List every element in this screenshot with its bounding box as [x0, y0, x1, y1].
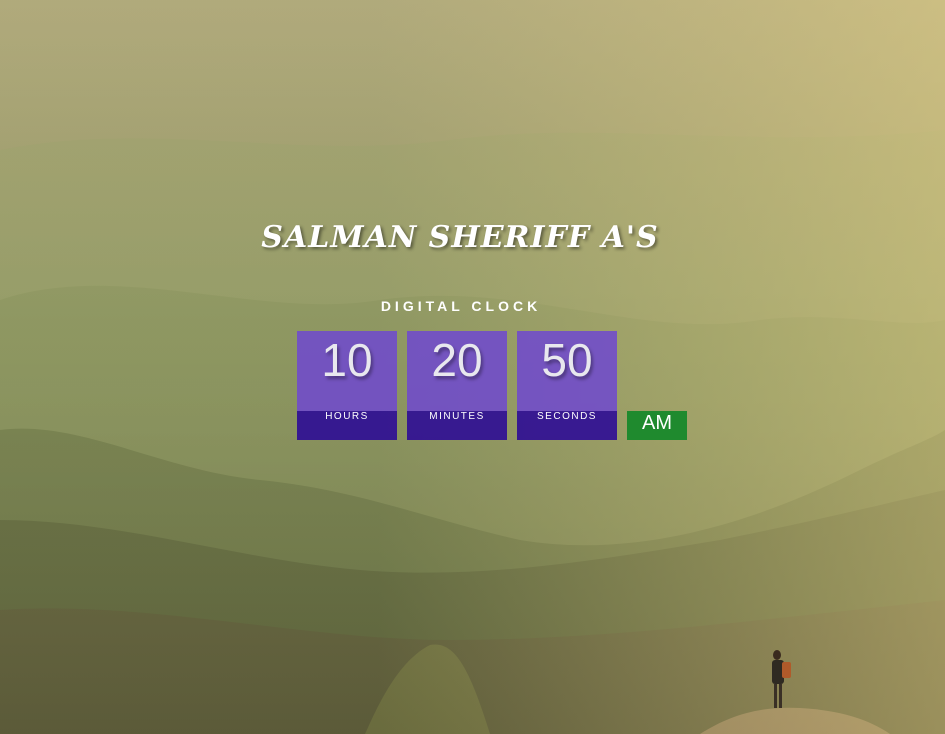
seconds-label: SECONDS	[517, 411, 617, 440]
minutes-label: MINUTES	[407, 411, 507, 440]
seconds-value: 50	[517, 331, 617, 411]
minutes-box: 20 MINUTES	[407, 331, 507, 440]
hours-label: HOURS	[297, 411, 397, 440]
minutes-value: 20	[407, 331, 507, 411]
am-pm-indicator: AM	[627, 411, 687, 440]
hours-value: 10	[297, 331, 397, 411]
seconds-box: 50 SECONDS	[517, 331, 617, 440]
hours-box: 10 HOURS	[297, 331, 397, 440]
page-title: SALMAN SHERIFF A'S	[261, 220, 659, 255]
page-subtitle: DIGITAL CLOCK	[380, 298, 542, 314]
